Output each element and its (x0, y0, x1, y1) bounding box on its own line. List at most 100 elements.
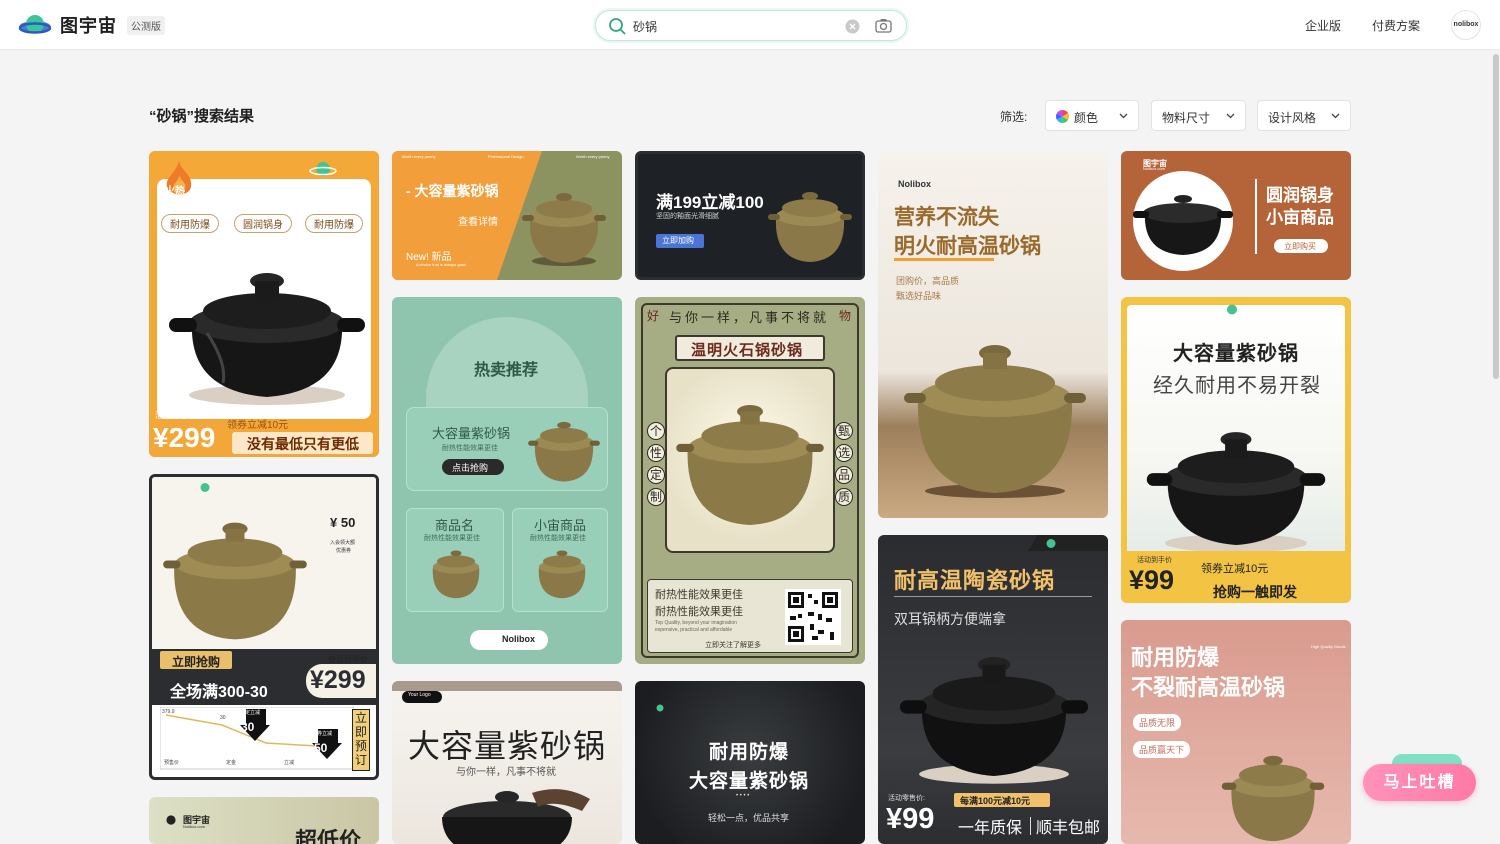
card-title: 超低价 (295, 828, 362, 844)
warranty-text: 一年质保 (958, 820, 1023, 837)
headline-2: 大容量紫砂锅 (689, 771, 810, 792)
top-price: ¥ 50 (330, 515, 356, 530)
planet-icon (309, 162, 337, 176)
tag-pill: 耐用防爆 (161, 214, 219, 233)
filter-size-label: 物料尺寸 (1162, 111, 1211, 125)
design-card-4[interactable]: Nolibox 营养不流失 明火耐高温砂锅 团购价，高品质 甄选好品味 (878, 151, 1108, 518)
headline-2: 经久耐用不易开裂 (1153, 375, 1321, 397)
chart-bar-1-label: 付定立减 (240, 710, 261, 716)
color-wheel-icon (1056, 110, 1069, 123)
filter-size[interactable]: 物料尺寸 (1151, 100, 1246, 131)
top-text: Professional Design (488, 154, 524, 159)
grab-label: 点击抢购 (452, 463, 489, 473)
chevron-down-icon (1119, 113, 1128, 119)
sub-2: 甄选好品味 (896, 291, 942, 301)
card-title: 大容量紫砂锅 (408, 728, 607, 764)
buy-now[interactable]: 立即抢购 (172, 653, 220, 670)
divider (894, 596, 1092, 597)
filter-label: 筛选: (1000, 110, 1028, 124)
promo-text: 每满100元减10元 (960, 796, 1031, 806)
cell-1-sub: 耐热性能效果更佳 (424, 535, 480, 542)
design-card-6[interactable]: 热卖推荐 大容量紫砂锅 耐热性能效果更佳 点击抢购 商品名 耐热性能效果更佳 小… (392, 297, 622, 664)
search-icon[interactable] (608, 17, 626, 35)
filter-style[interactable]: 设计风格 (1257, 100, 1351, 131)
headline-2: 不裂耐高温砂锅 (1131, 675, 1286, 700)
nav-enterprise[interactable]: 企业版 (1305, 17, 1341, 34)
card-title: 耐高温陶瓷砂锅 (894, 568, 1056, 593)
info-line-3: Top Quality, beyond your imagination (655, 620, 737, 626)
clay-pot-image (163, 522, 307, 640)
price-label: 活动到手价 (1137, 557, 1172, 564)
design-card-10[interactable]: Your Logo 大容量紫砂锅 与你一样，凡事不将就 (392, 681, 622, 844)
clear-icon[interactable] (845, 19, 860, 34)
corner-band (1028, 535, 1108, 551)
design-card-13[interactable]: 耐用防爆 不裂耐高温砂锅 High Quality Goods 品质无限 品质赢… (1121, 620, 1351, 844)
side-char: 预 (355, 739, 368, 753)
card-sub: 坚固的釉面光滑细腻 (656, 213, 719, 220)
chart-bar-2-label: 领券立减 (312, 731, 333, 737)
design-card-5[interactable]: 图宇宙 Nolibox.com 圆润锅身 小亩商品 立即购买 (1121, 151, 1351, 280)
side-char: 质 (835, 488, 853, 506)
side-char: 个 (647, 422, 665, 440)
corner-text: High Quality Goods (1311, 644, 1346, 649)
logo[interactable]: 图宇宙 公测版 (18, 12, 165, 38)
clay-pot-image (522, 193, 606, 266)
price: ¥299 (153, 422, 216, 453)
black-pot-image (1133, 195, 1233, 255)
info-line-4: expensive, practical and affordable (655, 627, 733, 633)
side-char: 性 (647, 444, 665, 462)
price-chart (160, 707, 354, 770)
avatar[interactable]: nolibox (1451, 10, 1481, 40)
follow-button[interactable]: 立即关注了解更多 (705, 640, 761, 650)
search-bar[interactable] (595, 10, 907, 41)
headline-1: 营养不流失 (894, 206, 999, 229)
new-sub: A choice that is always good (416, 262, 467, 267)
featured-title: 大容量紫砂锅 (432, 426, 511, 441)
buy-label: 立即购买 (1284, 242, 1316, 251)
coupon-text: 领券立减10元 (227, 420, 289, 431)
scrollbar-thumb[interactable] (1493, 54, 1499, 379)
design-card-14[interactable]: 图宇宙 Nolibox.com 超低价 (149, 797, 379, 844)
tag-pill: 耐用防爆 (305, 214, 363, 233)
chevron-down-icon (1226, 113, 1235, 119)
design-card-11[interactable]: 耐用防爆 大容量紫砂锅 • • • • 轻松一点，优品共享 (635, 681, 865, 844)
planet-icon (1046, 539, 1056, 548)
design-card-7[interactable]: 好 与你一样，凡事不将就 物 温明火石锅砂锅 个 性 定 制 甄 选 品 质 耐… (635, 297, 865, 664)
clay-pot-image (676, 405, 824, 525)
hot-badge: 火热 (165, 186, 185, 197)
top-header: 图宇宙 公测版 企业版 付费方案 nolibox (0, 0, 1500, 50)
design-card-9[interactable]: ¥ 50 入会领大额 优惠券 立即抢购 会员到手价 全场满300-30 ¥299… (149, 474, 379, 780)
design-card-8[interactable]: 大容量紫砂锅 经久耐用不易开裂 活动到手价 ¥99 领券立减10元 抢购一触即发 (1121, 297, 1351, 603)
headline-1: 耐用防爆 (1131, 645, 1220, 670)
brand: Nolibox (502, 634, 535, 644)
design-card-2[interactable]: Worth every penny Professional Design Wo… (392, 151, 622, 280)
chart-start: 379.9 (162, 709, 175, 715)
beta-badge: 公测版 (127, 15, 165, 35)
filter-style-label: 设计风格 (1268, 111, 1317, 125)
chevron-down-icon (1331, 113, 1340, 119)
design-card-3[interactable]: 满199立减100 坚固的釉面光滑细腻 立即加购 (635, 151, 865, 280)
divider (1030, 817, 1031, 835)
planet-icon (1227, 304, 1237, 315)
feedback-button[interactable]: 马上吐槽 (1363, 764, 1476, 801)
camera-icon[interactable] (875, 18, 892, 33)
card-title: 热卖推荐 (474, 362, 539, 379)
promo-text: 全场满300-30 (170, 684, 268, 701)
top-price-sub: 优惠券 (336, 548, 352, 554)
filter-color-label: 颜色 (1074, 111, 1099, 125)
design-card-12[interactable]: 耐高温陶瓷砂锅 双耳锅柄方便端拿 活动零售价: ¥99 每满100元减10元 一… (878, 535, 1108, 844)
slogan: 没有最低只有更低 (247, 436, 359, 452)
planet-logo-icon (18, 15, 52, 34)
filter-color[interactable]: 颜色 (1045, 100, 1139, 131)
search-input[interactable] (633, 17, 833, 35)
cell-2-title: 小宙商品 (534, 518, 587, 533)
design-card-1[interactable]: 火热 耐用防爆 圆润锅身 耐用防爆 活动到手价 ¥299 领券立减10元 没有最… (149, 151, 379, 457)
tag-pill: 品质无限 (1133, 714, 1182, 731)
seal-right: 物 (839, 309, 852, 323)
nav-pricing[interactable]: 付费方案 (1372, 17, 1420, 34)
shipping-text: 顺丰包邮 (1036, 820, 1101, 837)
feedback-label: 马上吐槽 (1383, 774, 1456, 791)
price: ¥99 (1129, 565, 1175, 595)
member-price: ¥299 (310, 666, 366, 694)
add-cart-label: 立即加购 (662, 236, 694, 245)
